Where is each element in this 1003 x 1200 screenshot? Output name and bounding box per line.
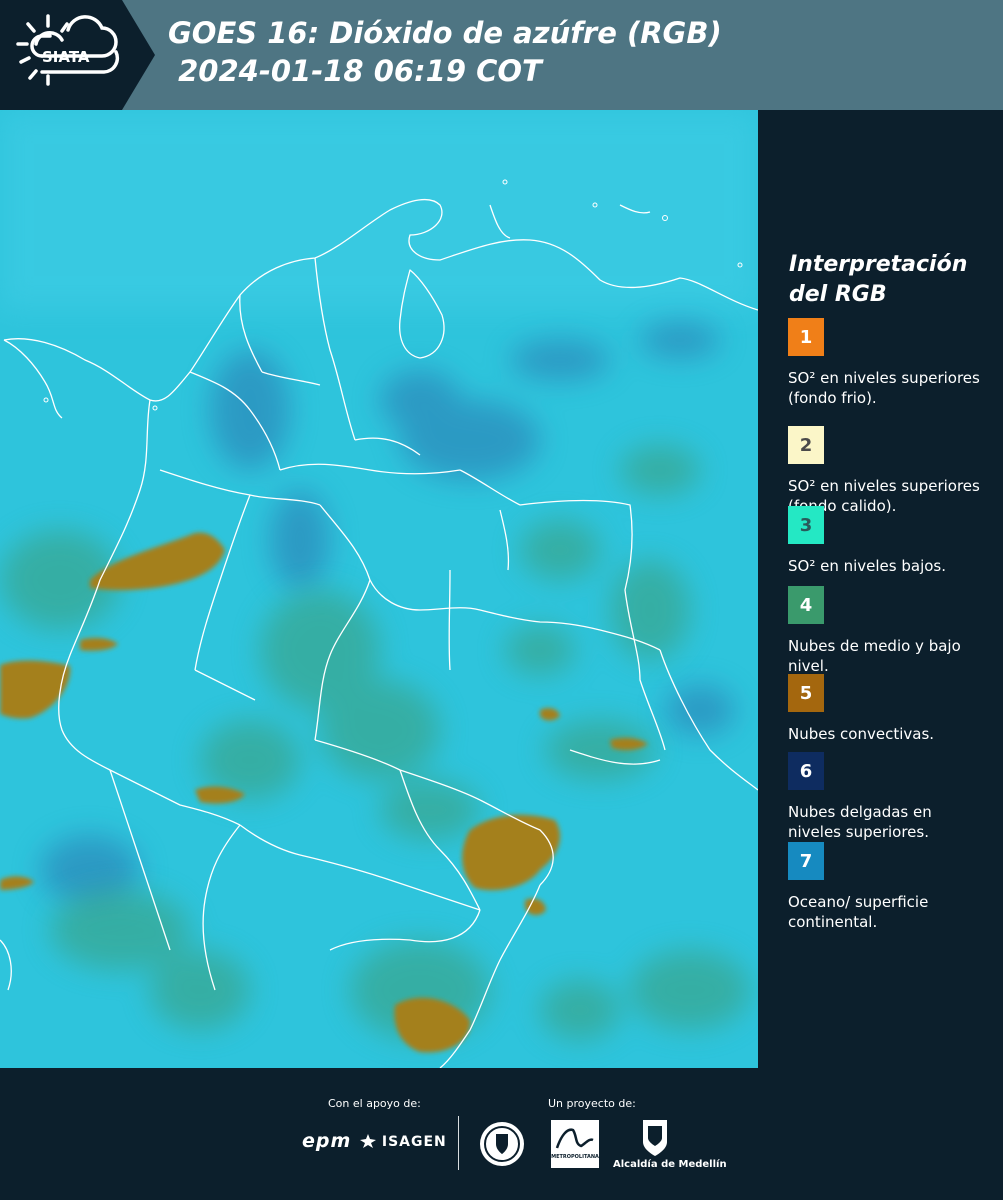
title-product: GOES 16: Dióxido de azúfre (RGB) [168, 16, 722, 50]
logo-text: SIATA [42, 48, 90, 66]
header: SIATA GOES 16: Dióxido de azúfre (RGB) 2… [0, 0, 1003, 110]
legend-swatch: 7 [788, 842, 824, 880]
page-title: GOES 16: Dióxido de azúfre (RGB) 2024-01… [168, 14, 722, 90]
project-label: Un proyecto de: [548, 1097, 636, 1110]
epm-text: epm [302, 1130, 352, 1152]
legend-swatch: 3 [788, 506, 824, 544]
legend-item-7: 7 Oceano/ superficie continental. [788, 842, 988, 932]
epm-logo[interactable]: epm [302, 1130, 351, 1152]
legend-swatch: 2 [788, 426, 824, 464]
metropolitana-text: METROPOLITANA [551, 1154, 599, 1160]
siata-logo[interactable]: SIATA [0, 0, 155, 110]
legend-label: Nubes convectivas. [788, 725, 935, 743]
alcaldia-label[interactable]: Alcaldía de Medellín [613, 1159, 727, 1170]
legend-item-3: 3 SO² en niveles bajos. [788, 506, 988, 576]
support-label: Con el apoyo de: [328, 1097, 421, 1110]
sun-cloud-icon: SIATA [16, 14, 120, 86]
legend-title: Interpretación del RGB [789, 252, 968, 307]
legend-item-1: 1 SO² en niveles superiores (fondo frio). [788, 318, 988, 408]
legend-item-2: 2 SO² en niveles superiores (fondo calido… [788, 426, 988, 516]
legend-swatch: 5 [788, 674, 824, 712]
map-image[interactable] [0, 110, 758, 1068]
footer: Con el apoyo de: Un proyecto de: epm ISA… [0, 1068, 1003, 1200]
legend-swatch: 4 [788, 586, 824, 624]
legend-label: Oceano/ superficie continental. [788, 893, 929, 931]
metropolitana-logo[interactable]: METROPOLITANA [551, 1120, 599, 1168]
satellite-map[interactable] [0, 110, 758, 1068]
title-datetime: 2024-01-18 06:19 COT [178, 54, 542, 88]
legend-item-5: 5 Nubes convectivas. [788, 674, 988, 744]
legend-item-4: 4 Nubes de medio y bajo nivel. [788, 586, 988, 676]
legend-item-6: 6 Nubes delgadas en niveles superiores. [788, 752, 988, 842]
area-script-icon [555, 1128, 594, 1149]
medellin-seal-icon[interactable] [478, 1120, 526, 1168]
legend-label: SO² en niveles bajos. [788, 557, 947, 575]
isagen-logo[interactable]: ISAGEN [360, 1134, 447, 1150]
legend-swatch: 1 [788, 318, 824, 356]
footer-divider [458, 1116, 459, 1170]
isagen-text: ISAGEN [381, 1134, 447, 1150]
legend-label: SO² en niveles superiores (fondo frio). [788, 369, 980, 407]
legend-swatch: 6 [788, 752, 824, 790]
rgb-legend: Interpretación del RGB 1 SO² en niveles s… [768, 110, 998, 1068]
isagen-icon [360, 1134, 376, 1148]
legend-label: Nubes delgadas en niveles superiores. [788, 803, 932, 841]
medellin-crest-icon [643, 1120, 667, 1156]
legend-label: Nubes de medio y bajo nivel. [788, 637, 961, 675]
